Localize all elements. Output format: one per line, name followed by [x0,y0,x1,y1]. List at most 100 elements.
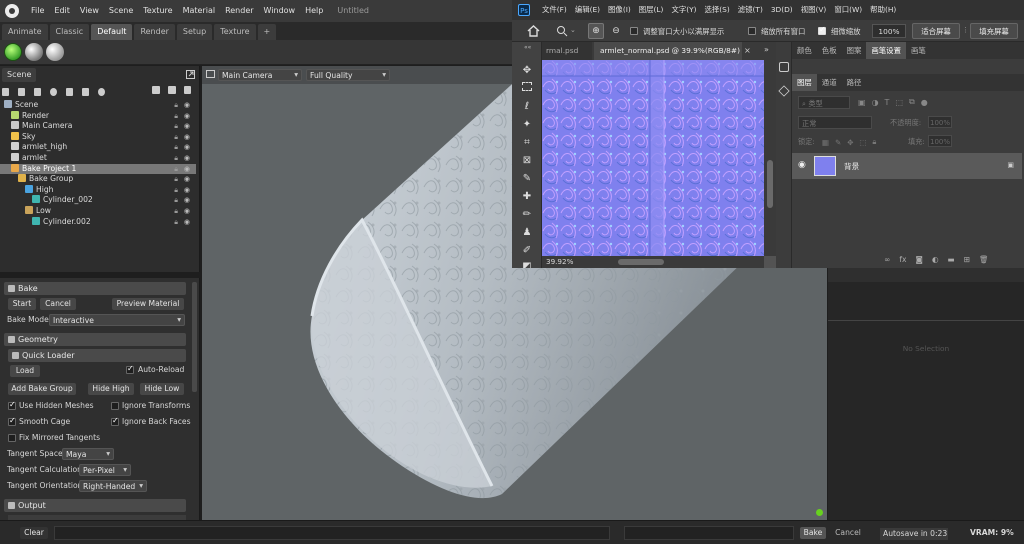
visibility-eye-icon[interactable]: ◉ [184,100,190,111]
ps-menu-type[interactable]: 文字(Y) [667,0,700,20]
tab-scene[interactable]: Scene [2,68,37,82]
fill-screen-button[interactable]: 填充屏幕 [970,23,1018,39]
tab-brush-settings[interactable]: 画笔设置 [866,42,906,59]
tab-texture[interactable]: Texture [214,24,256,40]
cancel-status-button[interactable]: Cancel [832,527,864,539]
lock-icon[interactable]: 🔒︎ [174,206,178,217]
delete-layer-icon[interactable]: 🗑︎ [979,255,989,264]
sphere-white-icon[interactable] [46,43,64,61]
lock-transparent-icon[interactable]: ▦ [822,138,829,147]
blend-mode-select[interactable]: 正常 [798,116,872,129]
bake-button[interactable]: Bake [800,527,826,539]
visibility-eye-icon[interactable]: ◉ [184,111,190,122]
console-field[interactable] [54,526,610,540]
ps-menu-file[interactable]: 文件(F) [538,0,571,20]
tab-add[interactable]: + [257,24,277,40]
stamp-tool-icon[interactable]: ♟ [520,226,534,240]
ps-menu-window[interactable]: 窗口(W) [830,0,866,20]
scene-tree-item[interactable]: armlet_high 🔒︎ ◉ [0,142,196,153]
new-group-icon[interactable]: ▬ [948,255,955,264]
tab-channels[interactable]: 通道 [817,74,842,91]
lock-paint-icon[interactable]: ✎ [835,138,841,147]
visibility-eye-icon[interactable]: ◉ [184,132,190,143]
layer-row-background[interactable]: ◉ 背景 ▣ [792,153,1022,179]
scene-tree-item[interactable]: Scene 🔒︎ ◉ [0,100,196,111]
menu-window[interactable]: Window [259,0,301,22]
geometry-section-header[interactable]: Geometry [4,333,186,346]
ps-menu-edit[interactable]: 编辑(E) [571,0,604,20]
visibility-eye-icon[interactable]: ◉ [184,195,190,206]
new-layer-icon[interactable]: ⊞ [964,255,970,264]
scene-tree-item[interactable]: armlet 🔒︎ ◉ [0,153,196,164]
ps-hscroll-thumb[interactable] [618,259,664,265]
properties-scrollbar[interactable] [192,282,197,392]
scene-tree-item[interactable]: Bake Project 1 🔒︎ ◉ [0,163,196,175]
zoom-preset-chevron-icon[interactable]: ⌄ [570,26,576,34]
add-sky-icon[interactable] [50,88,57,96]
scene-tree-item[interactable]: Cylinder.002 🔒︎ ◉ [0,216,196,228]
tangent-space-select[interactable]: Maya [62,448,114,460]
ignore-transforms-checkbox[interactable] [111,402,119,410]
ps-menu-select[interactable]: 选择(S) [701,0,734,20]
lock-icon[interactable]: 🔒︎ [174,121,178,132]
menu-texture[interactable]: Texture [138,0,177,22]
visibility-eye-icon[interactable]: ◉ [184,153,190,164]
zoom-in-icon[interactable]: ⊕ [588,23,604,39]
menu-scene[interactable]: Scene [104,0,138,22]
lasso-tool-icon[interactable]: ℓ [520,100,534,114]
viewport-menu-icon[interactable] [206,69,216,79]
add-camera-icon[interactable] [18,88,25,96]
history-panel-icon[interactable] [779,62,789,72]
lock-icon[interactable]: 🔒︎ [174,217,178,228]
bake-section-header[interactable]: Bake [4,282,186,295]
bake-mode-select[interactable]: Interactive [49,314,185,326]
ps-vertical-scrollbar[interactable] [764,60,776,256]
lock-icon[interactable]: 🔒︎ [174,111,178,122]
zoom-out-icon[interactable]: ⊖ [608,23,624,39]
zoom-tool-icon[interactable] [556,25,568,37]
hide-low-button[interactable]: Hide Low [140,383,184,395]
scene-tree-item[interactable]: Bake Group 🔒︎ ◉ [0,174,196,185]
more-tabs-icon[interactable]: » [764,45,769,54]
tangent-orientation-select[interactable]: Right-Handed [79,480,147,492]
menu-material[interactable]: Material [178,0,221,22]
lock-icon[interactable]: 🔒︎ [174,185,178,196]
fit-screen-button[interactable]: 适合屏幕 [912,23,960,39]
visibility-eye-icon[interactable]: ◉ [184,174,190,185]
opacity-field[interactable]: 100% [928,116,952,128]
use-hidden-meshes-checkbox[interactable] [8,400,16,410]
ps-menu-3d[interactable]: 3D(D) [767,0,797,20]
adjustment-layer-icon[interactable]: ◐ [932,255,939,264]
visibility-eye-icon[interactable]: ◉ [184,164,190,175]
scene-tree-item[interactable]: High 🔒︎ ◉ [0,184,196,196]
visibility-eye-icon[interactable]: ◉ [184,185,190,196]
ps-menu-image[interactable]: 图像(I) [604,0,635,20]
resize-windows-checkbox[interactable] [630,27,638,35]
ps-menu-filter[interactable]: 滤镜(T) [734,0,767,20]
add-bake-group-button[interactable]: Add Bake Group [8,383,76,395]
zoom-status-text[interactable]: 39.92% [546,257,573,266]
ps-menu-view[interactable]: 视图(V) [797,0,831,20]
ps-vscroll-thumb[interactable] [767,160,773,208]
tab-color[interactable]: 颜色 [792,42,817,59]
lock-move-icon[interactable]: ✥ [847,138,853,147]
tab-setup[interactable]: Setup [176,24,213,40]
filter-adjustment-icon[interactable]: ◑ [872,98,879,107]
add-object-icon[interactable] [82,88,89,96]
3d-panel-icon[interactable] [778,85,790,97]
filter-pixel-icon[interactable]: ▣ [858,98,866,107]
tab-brushes[interactable]: 画笔 [906,42,931,59]
menu-help[interactable]: Help [300,0,328,22]
tab-paths[interactable]: 路径 [842,74,867,91]
camera-select[interactable]: Main Camera [218,69,302,81]
lock-icon[interactable]: 🔒︎ [174,174,178,185]
lock-icon[interactable]: 🔒︎ [174,100,178,111]
scene-tree-item[interactable]: Low 🔒︎ ◉ [0,206,196,217]
menu-render[interactable]: Render [220,0,258,22]
zoom-value-field[interactable]: 100% [872,24,906,38]
add-shadow-catcher-icon[interactable] [34,88,41,96]
layer-visibility-eye-icon[interactable]: ◉ [798,160,806,170]
lock-icon[interactable]: 🔒︎ [174,195,178,206]
sphere-gray-icon[interactable] [25,43,43,61]
link-layers-icon[interactable]: ∞ [884,255,890,264]
